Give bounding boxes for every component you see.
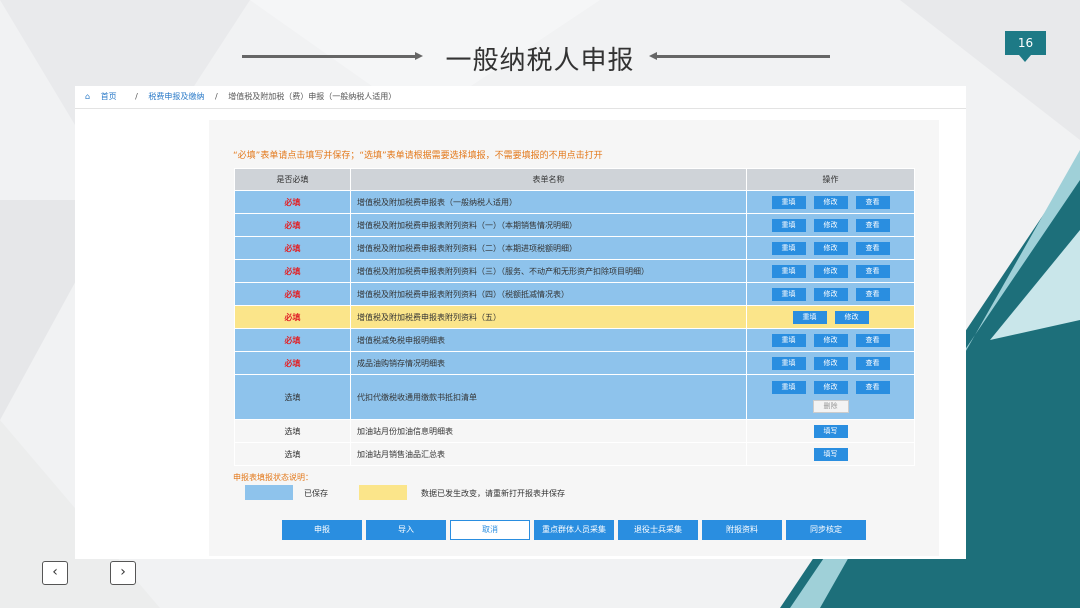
import-button[interactable]: 导入 xyxy=(366,520,446,540)
form-name: 增值税及附加税费申报表附列资料（一）（本期销售情况明细） xyxy=(350,213,747,237)
edit-button[interactable]: 修改 xyxy=(834,310,869,324)
view-button[interactable]: 查看 xyxy=(855,381,890,394)
edit-button[interactable]: 修改 xyxy=(813,195,848,209)
table-row: 必填 增值税及附加税费申报表附列资料（五） 重填 修改 xyxy=(234,305,915,329)
breadcrumb-home[interactable]: ⌂ 首页 xyxy=(85,92,125,101)
legend-changed-swatch xyxy=(359,485,407,500)
refill-button[interactable]: 重填 xyxy=(771,218,806,232)
view-button[interactable]: 查看 xyxy=(855,241,890,255)
slide-title: 一般纳税人申报 xyxy=(445,46,635,76)
delete-button[interactable]: 删除 xyxy=(812,400,849,413)
page-number-badge: 16 xyxy=(1005,31,1046,62)
table-row: 选填 加油站月销售油品汇总表 填写 xyxy=(234,442,915,466)
form-name: 增值税及附加税费申报表附列资料（五） xyxy=(350,305,747,329)
declare-button[interactable]: 申报 xyxy=(282,520,362,540)
refill-button[interactable]: 重填 xyxy=(771,356,806,370)
key-group-collect-button[interactable]: 重点群体人员采集 xyxy=(534,520,614,540)
legend-changed-label: 数据已发生改变，请重新打开报表并保存 xyxy=(421,489,565,498)
legend-saved-label: 已保存 xyxy=(304,489,328,498)
forms-table: 是否必填 表单名称 操作 必填 增值税及附加税费申报表（一般纳税人适用） 重填修… xyxy=(234,168,915,466)
form-name: 增值税及附加税费申报表附列资料（四）（税额抵减情况表） xyxy=(350,282,747,306)
view-button[interactable]: 查看 xyxy=(855,264,890,278)
required-label: 必填 xyxy=(284,358,301,368)
form-name: 增值税及附加税费申报表（一般纳税人适用） xyxy=(350,190,747,214)
sync-verify-button[interactable]: 同步核定 xyxy=(786,520,866,540)
optional-label: 选填 xyxy=(284,392,301,402)
edit-button[interactable]: 修改 xyxy=(813,356,848,370)
view-button[interactable]: 查看 xyxy=(855,195,890,209)
header-required: 是否必填 xyxy=(234,168,351,191)
legend-title: 申报表填报状态说明： xyxy=(233,473,313,482)
table-row: 选填 加油站月份加油信息明细表 填写 xyxy=(234,419,915,443)
edit-button[interactable]: 修改 xyxy=(813,241,848,255)
edit-button[interactable]: 修改 xyxy=(813,287,848,301)
refill-button[interactable]: 重填 xyxy=(771,241,806,255)
form-panel: “必填”表单请点击填写并保存；“选填”表单请根据需要选择填报，不需要填报的不用点… xyxy=(209,120,939,556)
required-label: 必填 xyxy=(284,243,301,253)
header-form-name: 表单名称 xyxy=(350,168,747,191)
optional-label: 选填 xyxy=(284,449,301,459)
table-row: 必填 增值税及附加税费申报表附列资料（四）（税额抵减情况表） 重填 修改 查看 xyxy=(234,282,915,306)
refill-button[interactable]: 重填 xyxy=(771,333,806,347)
required-label: 必填 xyxy=(284,197,301,207)
legend-saved-swatch xyxy=(245,485,293,500)
breadcrumb-separator: / xyxy=(214,92,218,101)
form-name: 增值税减免税申报明细表 xyxy=(350,328,747,352)
edit-button[interactable]: 修改 xyxy=(813,333,848,347)
view-button[interactable]: 查看 xyxy=(855,333,890,347)
refill-button[interactable]: 重填 xyxy=(771,195,806,209)
refill-button[interactable]: 重填 xyxy=(771,287,806,301)
table-row: 必填 成品油购销存情况明细表 重填 修改 查看 xyxy=(234,351,915,375)
fill-button[interactable]: 填写 xyxy=(813,447,848,461)
table-row: 选填 代扣代缴税收通用缴款书抵扣清单 重填 修改 查看 删除 xyxy=(234,374,915,420)
screenshot-window: ⌂ 首页 / 税费申报及缴纳 / 增值税及附加税（费）申报（一般纳税人适用） “… xyxy=(75,86,966,559)
prev-slide-button[interactable]: ‹ xyxy=(42,561,68,585)
breadcrumb-level1[interactable]: 税费申报及缴纳 xyxy=(148,92,204,101)
form-name: 加油站月份加油信息明细表 xyxy=(350,419,747,443)
required-label: 必填 xyxy=(284,312,301,322)
next-slide-button[interactable]: › xyxy=(110,561,136,585)
optional-label: 选填 xyxy=(284,426,301,436)
table-row: 必填 增值税及附加税费申报表附列资料（三）（服务、不动产和无形资产扣除项目明细）… xyxy=(234,259,915,283)
form-name: 代扣代缴税收通用缴款书抵扣清单 xyxy=(350,374,747,420)
breadcrumb: ⌂ 首页 / 税费申报及缴纳 / 增值税及附加税（费）申报（一般纳税人适用） xyxy=(75,86,966,109)
attached-docs-button[interactable]: 附报资料 xyxy=(702,520,782,540)
table-row: 必填 增值税及附加税费申报表（一般纳税人适用） 重填 修改 查看 xyxy=(234,190,915,214)
view-button[interactable]: 查看 xyxy=(855,218,890,232)
table-row: 必填 增值税及附加税费申报表附列资料（二）（本期进项税额明细） 重填 修改 查看 xyxy=(234,236,915,260)
edit-button[interactable]: 修改 xyxy=(813,218,848,232)
notice-text: “必填”表单请点击填写并保存；“选填”表单请根据需要选择填报，不需要填报的不用点… xyxy=(233,151,603,161)
veteran-collect-button[interactable]: 退役士兵采集 xyxy=(618,520,698,540)
refill-button[interactable]: 重填 xyxy=(771,264,806,278)
required-label: 必填 xyxy=(284,335,301,345)
breadcrumb-separator: / xyxy=(135,92,138,101)
table-row: 必填 增值税及附加税费申报表附列资料（一）（本期销售情况明细） 重填 修改 查看 xyxy=(234,213,915,237)
table-row: 必填 增值税减免税申报明细表 重填 修改 查看 xyxy=(234,328,915,352)
form-name: 加油站月销售油品汇总表 xyxy=(350,442,747,466)
form-name: 增值税及附加税费申报表附列资料（三）（服务、不动产和无形资产扣除项目明细） xyxy=(350,259,747,283)
refill-button[interactable]: 重填 xyxy=(771,381,806,394)
view-button[interactable]: 查看 xyxy=(855,356,890,370)
view-button[interactable]: 查看 xyxy=(855,287,890,301)
form-name: 成品油购销存情况明细表 xyxy=(350,351,747,375)
form-name: 增值税及附加税费申报表附列资料（二）（本期进项税额明细） xyxy=(350,236,747,260)
header-operations: 操作 xyxy=(746,168,915,191)
refill-button[interactable]: 重填 xyxy=(792,310,827,324)
fill-button[interactable]: 填写 xyxy=(813,424,848,438)
home-icon: ⌂ xyxy=(85,92,93,101)
cancel-button[interactable]: 取消 xyxy=(450,520,530,540)
required-label: 必填 xyxy=(284,220,301,230)
edit-button[interactable]: 修改 xyxy=(813,264,848,278)
edit-button[interactable]: 修改 xyxy=(813,381,848,394)
required-label: 必填 xyxy=(284,289,301,299)
required-label: 必填 xyxy=(284,266,301,276)
breadcrumb-current: 增值税及附加税（费）申报（一般纳税人适用） xyxy=(228,92,397,101)
